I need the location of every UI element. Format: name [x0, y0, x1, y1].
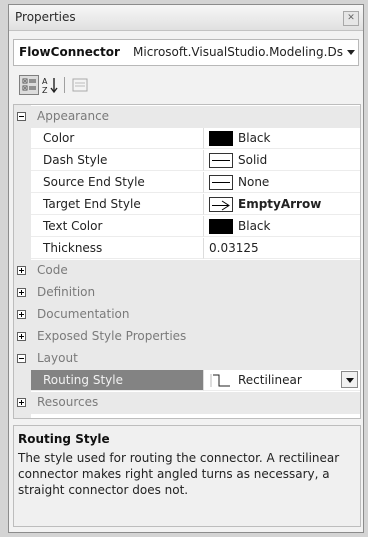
property-value-text: None [238, 175, 270, 189]
property-row[interactable]: Text Color Black [14, 216, 360, 238]
line-style-icon [209, 175, 233, 190]
property-value[interactable]: EmptyArrow [203, 194, 360, 215]
property-value-text: 0.03125 [209, 241, 259, 255]
toggle-minus-stroke [19, 116, 24, 117]
description-title: Routing Style [18, 432, 110, 446]
property-pages-button[interactable] [70, 75, 90, 95]
properties-window: Properties ✕ FlowConnector Microsoft.Vis… [8, 4, 364, 533]
toggle-plus-stroke [21, 334, 22, 339]
categorized-icon [22, 78, 36, 91]
dropdown-arrow-icon[interactable] [341, 371, 358, 388]
title-bar: Properties ✕ [9, 5, 363, 31]
property-row[interactable]: Color Black [14, 128, 360, 150]
color-swatch [209, 131, 233, 146]
property-row[interactable]: Dash Style Solid [14, 150, 360, 172]
selected-object-name: FlowConnector [19, 45, 120, 59]
collapse-icon[interactable] [17, 354, 26, 363]
category-background [31, 348, 360, 370]
property-value[interactable]: 0.03125 [203, 238, 360, 259]
line-style-icon [209, 153, 233, 168]
property-name[interactable]: Target End Style [31, 194, 203, 215]
property-row[interactable]: Target End Style EmptyArrow [14, 194, 360, 216]
category-label: Appearance [37, 109, 110, 123]
property-value[interactable]: Black [203, 128, 360, 149]
expand-icon[interactable] [17, 398, 26, 407]
toggle-plus-stroke [21, 268, 22, 273]
alphabetical-button[interactable]: A Z [41, 75, 61, 95]
category-row[interactable]: Layout [14, 348, 360, 370]
category-background [31, 260, 360, 282]
category-row[interactable]: Documentation [14, 304, 360, 326]
property-row[interactable]: Routing Style Rectilinear [14, 370, 360, 392]
expand-icon[interactable] [17, 310, 26, 319]
property-row[interactable]: Source End Style None [14, 172, 360, 194]
property-name[interactable]: Source End Style [31, 172, 203, 193]
toggle-plus-stroke [21, 312, 22, 317]
expand-icon[interactable] [17, 332, 26, 341]
categorized-button[interactable] [19, 75, 39, 95]
category-label: Definition [37, 285, 96, 299]
selected-object-type: Microsoft.VisualStudio.Modeling.Ds [133, 45, 343, 59]
description-text: The style used for routing the connector… [18, 451, 340, 497]
property-value[interactable]: Black [203, 216, 360, 237]
arrow-end-icon [209, 197, 233, 212]
expand-icon[interactable] [17, 266, 26, 275]
toggle-plus-stroke [21, 290, 22, 295]
properties-toolbar: A Z [13, 71, 359, 99]
property-value-text: Rectilinear [238, 373, 302, 387]
property-value-text: Black [238, 131, 271, 145]
property-grid: Appearance Color Black Dash Style Solid Sourc… [13, 104, 361, 419]
category-row[interactable]: Appearance [14, 106, 360, 128]
toolbar-separator [64, 77, 65, 93]
color-swatch [209, 219, 233, 234]
svg-text:A: A [42, 77, 48, 86]
collapse-icon[interactable] [17, 112, 26, 121]
property-name[interactable]: Text Color [31, 216, 203, 237]
category-label: Layout [37, 351, 78, 365]
window-title: Properties [15, 10, 76, 24]
object-selector[interactable]: FlowConnector Microsoft.VisualStudio.Mod… [13, 39, 359, 66]
category-label: Exposed Style Properties [37, 329, 187, 343]
category-label: Resources [37, 395, 99, 409]
property-name[interactable]: Routing Style [31, 370, 203, 391]
category-label: Code [37, 263, 68, 277]
rectilinear-icon [209, 373, 233, 388]
category-label: Documentation [37, 307, 130, 321]
sort-alphabetical-icon: A Z [42, 77, 58, 95]
property-name[interactable]: Thickness [31, 238, 203, 259]
svg-text:Z: Z [42, 86, 48, 95]
category-row[interactable]: Resources [14, 392, 360, 414]
property-value-text: Black [238, 219, 271, 233]
property-name[interactable]: Dash Style [31, 150, 203, 171]
expand-icon[interactable] [17, 288, 26, 297]
property-value[interactable]: None [203, 172, 360, 193]
category-row[interactable]: Code [14, 260, 360, 282]
category-row[interactable]: Exposed Style Properties [14, 326, 360, 348]
property-name[interactable]: Color [31, 128, 203, 149]
category-row[interactable]: Definition [14, 282, 360, 304]
toggle-minus-stroke [19, 358, 24, 359]
property-pages-icon [72, 78, 88, 92]
property-row[interactable]: Thickness 0.03125 [14, 238, 360, 260]
property-value[interactable]: Rectilinear [203, 370, 360, 391]
property-value[interactable]: Solid [203, 150, 360, 171]
property-value-text: Solid [238, 153, 268, 167]
property-value-text: EmptyArrow [238, 197, 322, 211]
description-pane: Routing Style The style used for routing… [13, 425, 361, 527]
close-icon[interactable]: ✕ [343, 11, 359, 26]
chevron-down-icon[interactable] [347, 50, 355, 55]
toggle-plus-stroke [21, 400, 22, 405]
